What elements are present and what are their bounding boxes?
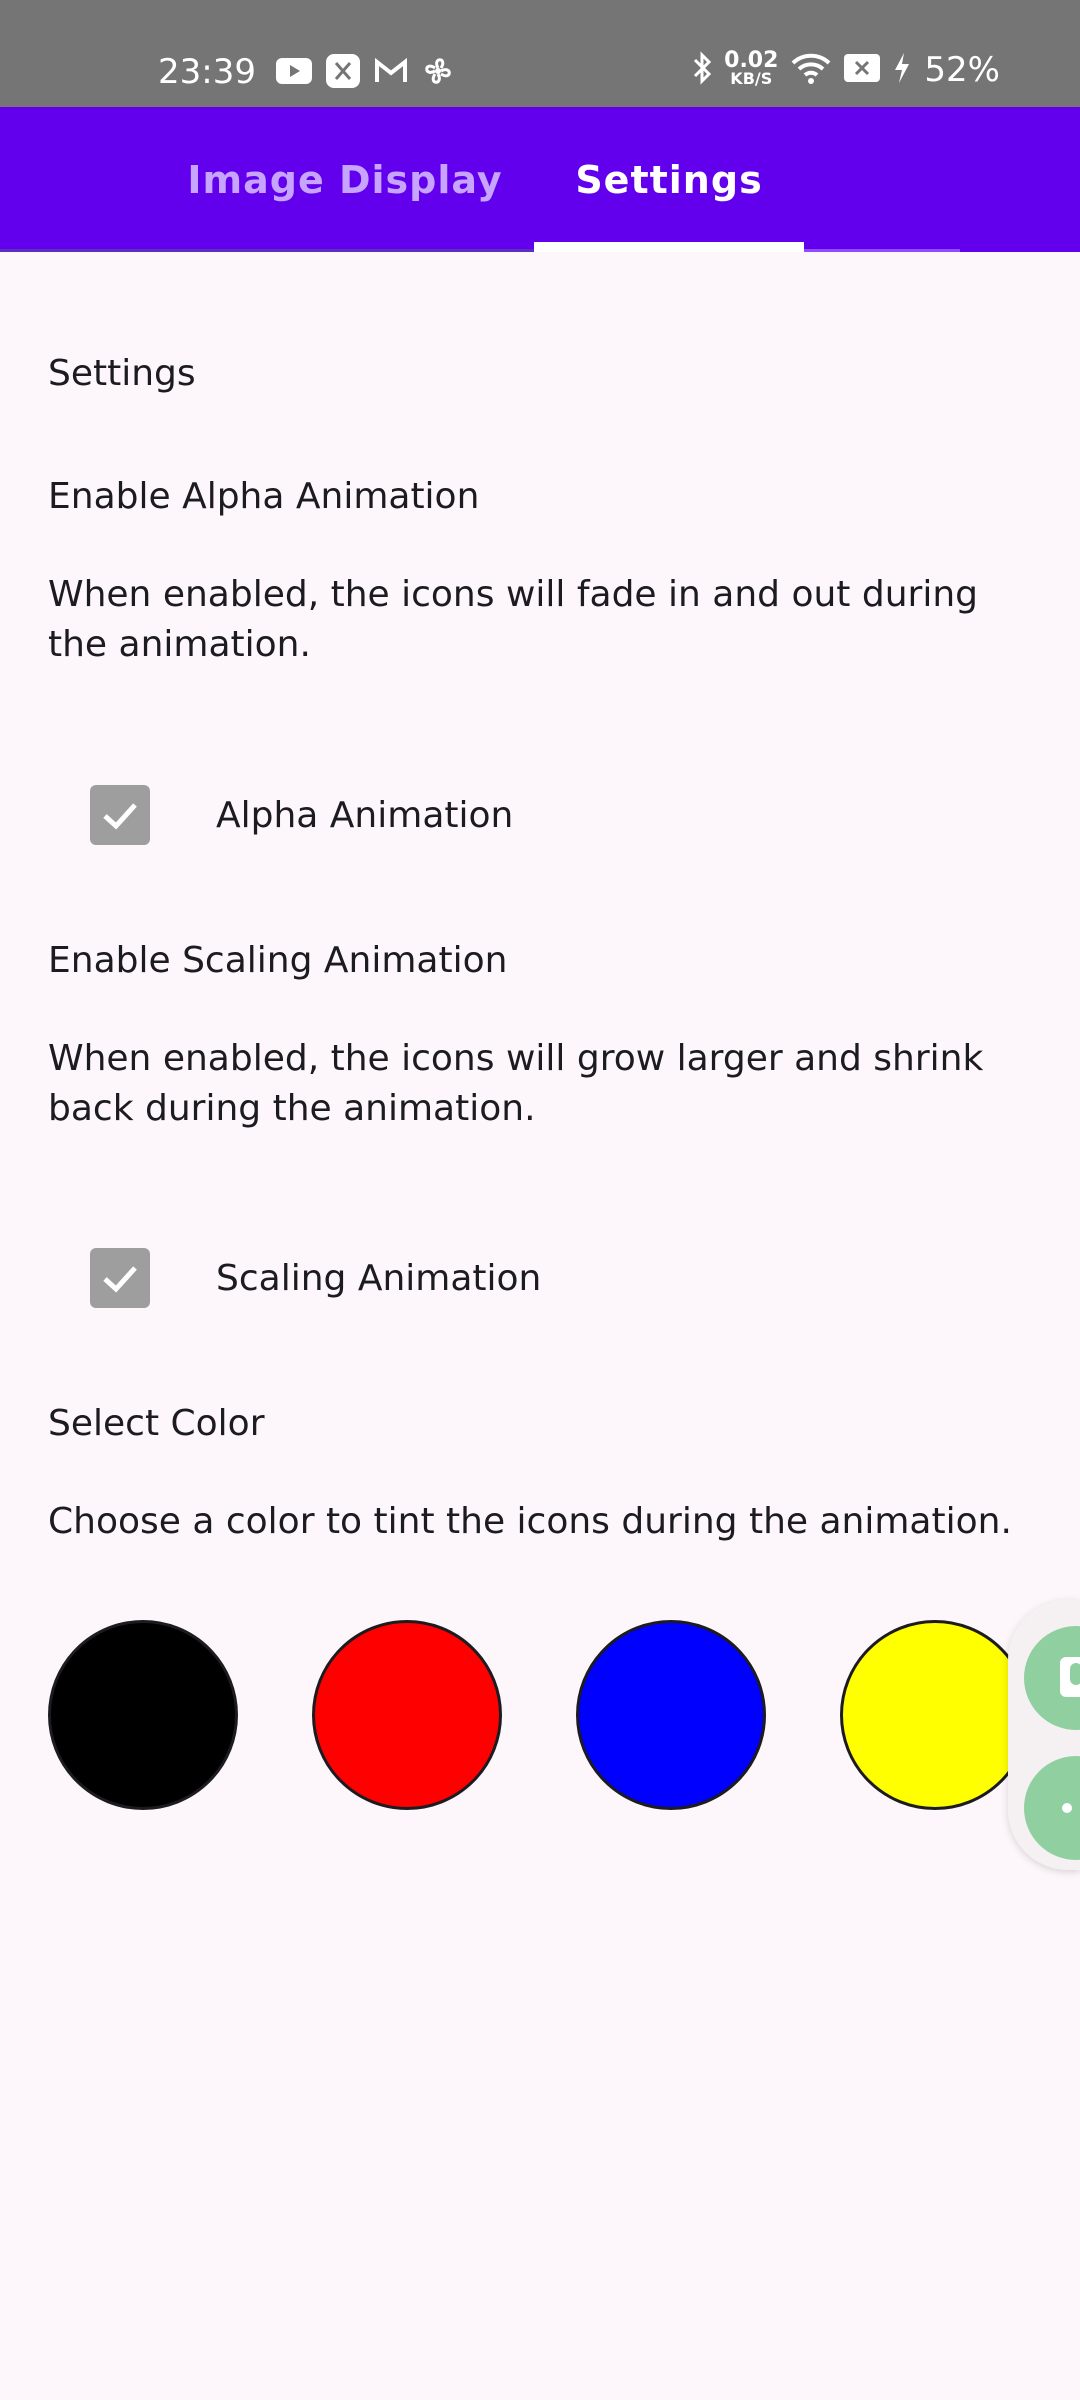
tab-image-display[interactable]: Image Display [150, 107, 540, 252]
network-speed-unit: KB/S [730, 69, 773, 88]
selected-tab-indicator [534, 242, 804, 252]
notification-icons [276, 54, 454, 92]
status-bar: 23:39 0.02 KB/S 52% [0, 0, 1080, 107]
tab-bar: Image Display Settings [0, 107, 1080, 252]
bug-icon [326, 54, 360, 92]
color-section-description: Choose a color to tint the icons during … [48, 1501, 1012, 1542]
color-swatch-black[interactable] [48, 1620, 238, 1810]
more-dots-icon [1062, 1803, 1072, 1813]
battery-percentage: 52% [924, 50, 1000, 90]
microphone-icon [1060, 1657, 1080, 1697]
checkmark-icon [103, 803, 137, 830]
network-speed: 0.02 KB/S [724, 48, 779, 88]
alpha-animation-checkbox[interactable] [90, 785, 150, 845]
system-icons: 0.02 KB/S 52% [692, 50, 1000, 90]
alpha-animation-option[interactable]: Alpha Animation [90, 785, 513, 845]
wifi-icon [790, 51, 832, 89]
scaling-section-title: Enable Scaling Animation [48, 940, 508, 981]
network-speed-value: 0.02 [724, 48, 779, 73]
bluetooth-icon [692, 51, 712, 89]
color-section-title: Select Color [48, 1403, 265, 1444]
color-swatch-yellow[interactable] [840, 1620, 1030, 1810]
color-swatch-red[interactable] [312, 1620, 502, 1810]
scaling-section-description: When enabled, the icons will grow larger… [48, 1038, 984, 1129]
scaling-animation-label: Scaling Animation [216, 1257, 542, 1299]
battery-x-icon [844, 54, 881, 86]
color-swatch-blue[interactable] [576, 1620, 766, 1810]
scaling-animation-checkbox[interactable] [90, 1248, 150, 1308]
alpha-animation-label: Alpha Animation [216, 794, 514, 836]
page-title: Settings [48, 353, 196, 394]
tab-settings[interactable]: Settings [534, 107, 804, 252]
fan-icon [422, 55, 454, 91]
status-time: 23:39 [158, 52, 256, 92]
scaling-animation-option[interactable]: Scaling Animation [90, 1248, 541, 1308]
youtube-icon [276, 58, 312, 88]
alpha-section-description: When enabled, the icons will fade in and… [48, 574, 978, 665]
alpha-section-title: Enable Alpha Animation [48, 476, 480, 517]
gmail-icon [374, 57, 408, 89]
checkmark-icon [103, 1266, 137, 1293]
charging-icon [892, 51, 912, 89]
